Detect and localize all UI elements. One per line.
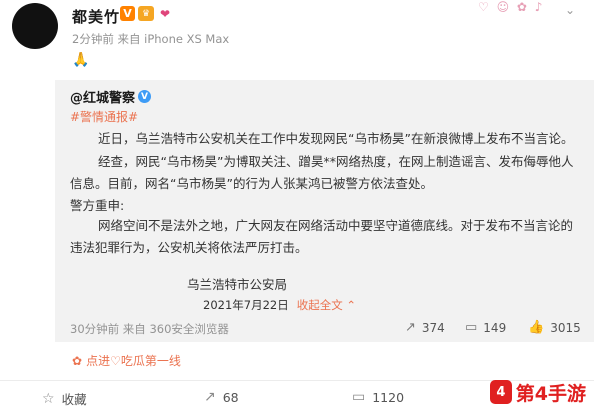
repost-paragraph: 经查，网民“乌市杨昊”为博取关注、蹭昊**网络热度，在网上制造谣言、发布侮辱他人… xyxy=(70,154,574,191)
collapse-link[interactable]: 收起全文 ⌃ xyxy=(297,297,356,313)
decoration-stickers: ♡ ☺ ✿ ♪ xyxy=(478,0,545,14)
comment-count: 1120 xyxy=(372,389,405,405)
watermark: 4 第4手游 xyxy=(490,377,586,407)
comment-icon: ▭ xyxy=(352,389,366,405)
share-count: 68 xyxy=(222,389,239,405)
star-icon: ☆ xyxy=(42,390,55,407)
watermark-text: 第4手游 xyxy=(515,382,586,405)
thumbs-up-icon: 👍 xyxy=(528,320,545,335)
verified-blue-icon: V xyxy=(138,90,152,103)
member-crown-icon: ♛ xyxy=(138,6,154,21)
post-header: 都美竹 V ♛ ❤ 2分钟前 来自 iPhone XS Max ♡ ☺ ✿ ♪ … xyxy=(0,0,594,80)
repost-share-count: 374 xyxy=(421,320,445,335)
comment-button[interactable]: ▭ 1120 xyxy=(352,389,404,405)
favorite-label: 收藏 xyxy=(61,392,87,407)
repost-date: 2021年7月22日 xyxy=(203,298,289,312)
repost-paragraph: 近日，乌兰浩特市公安机关在工作中发现网民“乌市杨昊”在新浪微博上发布不当言论。 xyxy=(98,131,574,146)
chevron-down-icon[interactable]: ⌄ xyxy=(562,2,578,18)
repost-paragraph: 警方重申: xyxy=(70,198,125,213)
repost-share-button[interactable]: ↗ 374 xyxy=(405,320,445,335)
share-button[interactable]: ↗ 68 xyxy=(204,389,239,405)
repost-signature: 乌兰浩特市公安局 xyxy=(187,277,288,292)
post-text: 🙏 xyxy=(72,52,90,68)
avatar[interactable] xyxy=(12,3,58,49)
share-icon: ↗ xyxy=(405,320,416,335)
repost-comment-button[interactable]: ▭ 149 xyxy=(465,320,506,335)
topic-tag[interactable]: #警情通报# xyxy=(70,108,138,125)
post-meta: 2分钟前 来自 iPhone XS Max xyxy=(72,32,230,46)
watermark-logo: 4 xyxy=(490,380,512,404)
promo-link-label[interactable]: 点进♡吃瓜第一线 xyxy=(86,352,181,369)
fan-badge-icon: ❤ xyxy=(159,6,171,21)
repost-footer: 30分钟前 来自 360安全浏览器 ↗ 374 ▭ 149 👍 3015 xyxy=(55,318,594,342)
repost-date-line: 2021年7月22日 收起全文 ⌃ xyxy=(203,297,356,313)
repost-like-button[interactable]: 👍 3015 xyxy=(528,320,581,335)
repost-paragraph: 网络空间不是法外之地，广大网友在网络活动中要坚守道德底线。对于发布不当言论的违法… xyxy=(70,218,574,255)
repost-like-count: 3015 xyxy=(550,320,581,335)
verified-orange-icon: V xyxy=(120,6,135,21)
share-icon: ↗ xyxy=(204,389,216,405)
repost-card[interactable]: @红城警察 V #警情通报# 近日，乌兰浩特市公安机关在工作中发现网民“乌市杨昊… xyxy=(55,80,594,342)
repost-meta: 30分钟前 来自 360安全浏览器 xyxy=(70,322,229,336)
repost-author[interactable]: @红城警察 V xyxy=(70,87,152,106)
flower-icon: ✿ xyxy=(72,353,83,368)
favorite-button[interactable]: ☆ 收藏 xyxy=(42,389,87,408)
promo-link[interactable]: ✿ 点进♡吃瓜第一线 xyxy=(72,352,181,369)
author-name[interactable]: 都美竹 xyxy=(72,6,120,27)
repost-author-name[interactable]: @红城警察 xyxy=(70,87,135,106)
repost-comment-count: 149 xyxy=(483,320,507,335)
author-badges: V ♛ ❤ xyxy=(120,6,173,21)
comment-icon: ▭ xyxy=(465,320,478,335)
